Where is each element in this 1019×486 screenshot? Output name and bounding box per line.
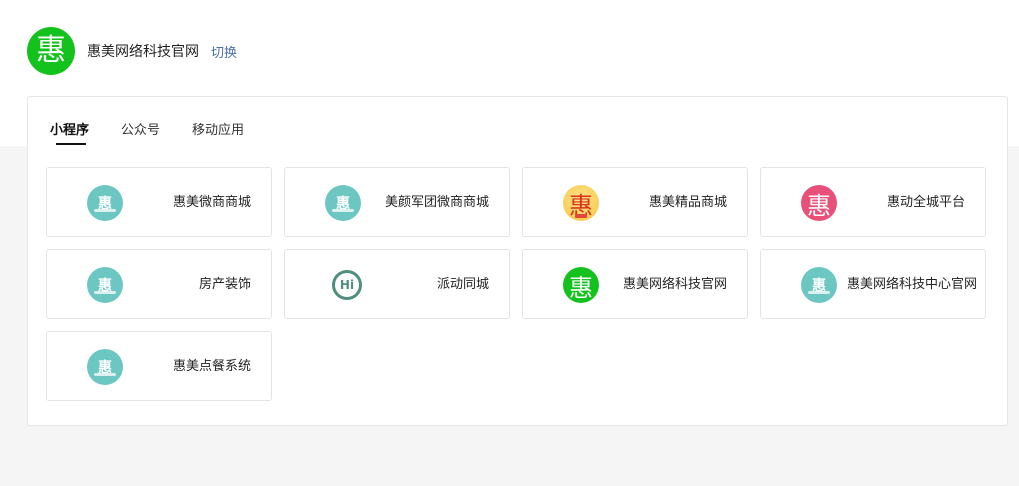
- app-name: 美颜军团微商商城: [384, 195, 489, 210]
- app-name: 惠美网络科技中心官网: [846, 277, 977, 292]
- switch-account-link[interactable]: 切换: [211, 42, 237, 61]
- tab-mini-program[interactable]: 小程序: [50, 119, 89, 145]
- app-card[interactable]: 惠 惠动全城平台: [760, 167, 986, 237]
- brand-logo-icon: 惠: [27, 27, 75, 75]
- hui-gold-icon: 惠: [563, 185, 599, 221]
- app-name: 惠美点餐系统: [172, 359, 251, 374]
- tab-official-account[interactable]: 公众号: [121, 119, 160, 145]
- hui-teal-icon: 惠: [325, 185, 361, 221]
- company-name: 惠美网络科技官网: [87, 44, 199, 60]
- tab-bar: 小程序 公众号 移动应用: [50, 119, 276, 145]
- app-name: 惠美精品商城: [648, 195, 727, 210]
- app-card[interactable]: 惠 惠美点餐系统: [46, 331, 272, 401]
- app-name: 派动同城: [436, 277, 489, 292]
- hui-green-icon: 惠: [563, 267, 599, 303]
- hi-ring-icon: Hi: [332, 270, 362, 300]
- app-name: 房产装饰: [198, 277, 251, 292]
- app-card[interactable]: 惠 惠美网络科技官网: [522, 249, 748, 319]
- app-name: 惠动全城平台: [886, 195, 965, 210]
- app-card[interactable]: 惠 惠美微商商城: [46, 167, 272, 237]
- hui-teal-icon: 惠: [87, 185, 123, 221]
- account-header: 惠 惠美网络科技官网 切换: [27, 27, 237, 75]
- app-card[interactable]: 惠 美颜军团微商商城: [284, 167, 510, 237]
- app-card[interactable]: 惠 房产装饰: [46, 249, 272, 319]
- tab-mobile-app[interactable]: 移动应用: [192, 119, 244, 145]
- app-name: 惠美网络科技官网: [622, 277, 727, 292]
- hui-pink-icon: 惠: [801, 185, 837, 221]
- hui-teal-icon: 惠: [87, 349, 123, 385]
- app-grid: 惠 惠美微商商城 惠 美颜军团微商商城 惠 惠美精品商城 惠 惠动全城平台 惠 …: [46, 167, 990, 401]
- app-name: 惠美微商商城: [172, 195, 251, 210]
- apps-panel: 小程序 公众号 移动应用 惠 惠美微商商城 惠 美颜军团微商商城 惠 惠美精品商…: [27, 96, 1008, 426]
- app-card[interactable]: Hi 派动同城: [284, 249, 510, 319]
- app-card[interactable]: 惠 惠美精品商城: [522, 167, 748, 237]
- hui-teal-icon: 惠: [801, 267, 837, 303]
- app-card[interactable]: 惠 惠美网络科技中心官网: [760, 249, 986, 319]
- hui-teal-icon: 惠: [87, 267, 123, 303]
